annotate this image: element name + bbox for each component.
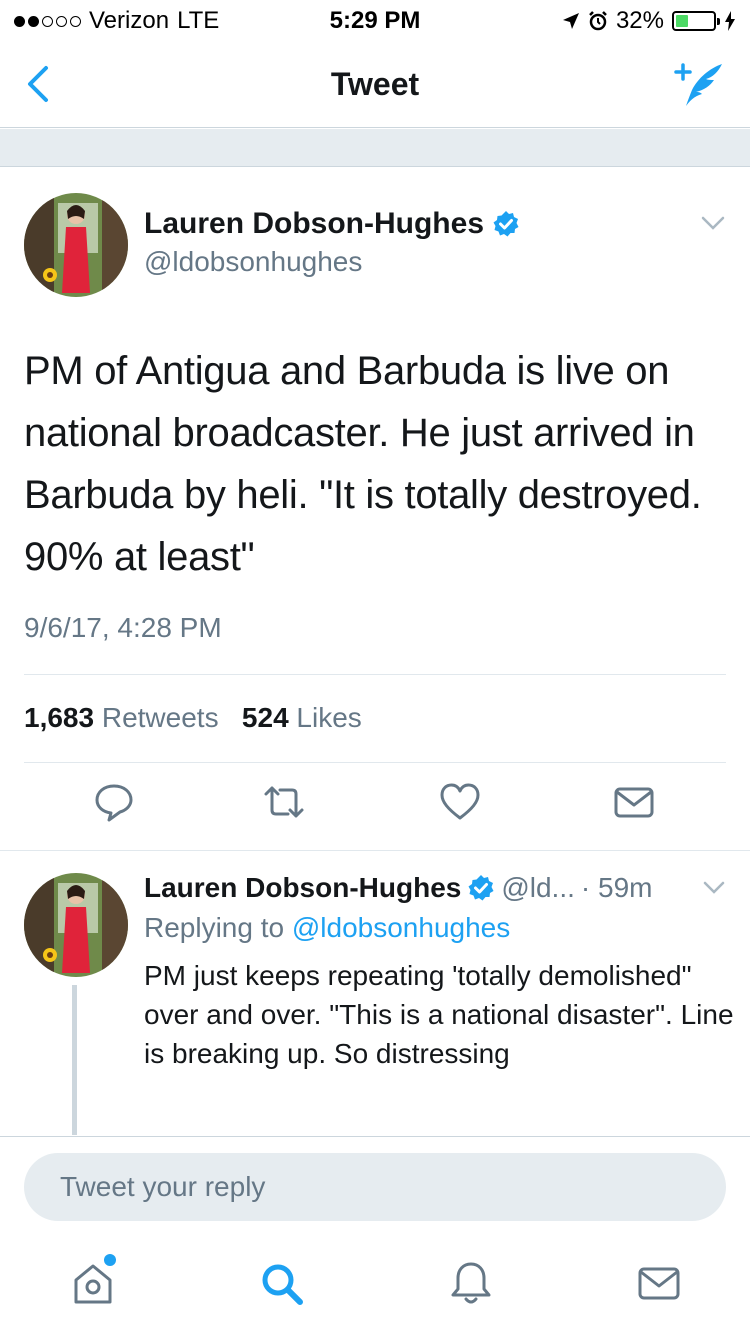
reply-author-name[interactable]: Lauren Dobson-Hughes [144, 872, 461, 904]
retweet-icon[interactable] [262, 780, 306, 824]
author-handle[interactable]: @ldobsonhughes [144, 246, 362, 278]
charging-bolt-icon [725, 11, 735, 31]
verified-badge-icon [493, 211, 519, 237]
reply-header: Lauren Dobson-Hughes @ld... · 59m [144, 872, 652, 904]
reply-tweet-text: PM just keeps repeating 'totally demolis… [144, 960, 734, 1069]
likes-count: 524 [241, 702, 289, 733]
nav-bar: Tweet [0, 40, 750, 128]
battery-icon [672, 11, 720, 31]
page-title: Tweet [330, 66, 420, 102]
retweets-stat[interactable]: 1,683 Retweets [24, 702, 219, 733]
author-name-text: Lauren Dobson-Hughes [144, 207, 485, 240]
avatar-photo [24, 873, 128, 977]
retweets-count: 1,683 [24, 702, 95, 733]
divider [24, 674, 726, 675]
alarm-clock-icon [589, 11, 607, 31]
retweets-label: Retweets [101, 702, 219, 733]
thread-separator [0, 850, 750, 851]
status-bar: Verizon LTE 5:29 PM 32% [0, 0, 750, 40]
search-icon[interactable] [256, 1258, 306, 1308]
likes-stat[interactable]: 524 Likes [242, 702, 362, 733]
messages-icon[interactable] [634, 1258, 684, 1308]
likes-label: Likes [296, 702, 362, 733]
chevron-down-icon[interactable] [700, 214, 726, 232]
battery-level-fill [676, 15, 688, 27]
avatar-photo [24, 193, 128, 297]
tweet-stats: 1,683 Retweets 524 Likes [24, 702, 362, 734]
tweet-text: PM of Antigua and Barbuda is live on nat… [24, 349, 702, 579]
author-name[interactable]: Lauren Dobson-Hughes [144, 207, 520, 241]
location-arrow-icon [562, 13, 579, 29]
reply-author-avatar[interactable] [24, 873, 128, 977]
replying-to-handle-link[interactable]: @ldobsonhughes [292, 912, 510, 943]
thread-connector-line [72, 985, 77, 1135]
tweet-actions [0, 780, 750, 836]
direct-message-icon[interactable] [612, 780, 656, 824]
replying-to: Replying to @ldobsonhughes [144, 912, 510, 944]
reply-icon[interactable] [92, 780, 136, 824]
like-icon[interactable] [438, 780, 482, 824]
replying-prefix: Replying to [144, 912, 285, 943]
tab-bar [0, 1236, 750, 1334]
verified-badge-icon [468, 875, 494, 901]
compose-tweet-icon[interactable] [670, 60, 730, 110]
divider [24, 762, 726, 763]
reply-composer [0, 1136, 750, 1236]
new-content-indicator [104, 1254, 116, 1266]
header-separator-band [0, 129, 750, 167]
notifications-icon[interactable] [446, 1258, 496, 1308]
tweet-reply-input[interactable] [24, 1153, 726, 1221]
reply-author-handle[interactable]: @ld... [501, 872, 575, 904]
battery-percent: 32% [615, 7, 664, 34]
reply-time: · 59m [580, 872, 653, 903]
status-right: 32% [562, 7, 736, 35]
author-avatar[interactable] [24, 193, 128, 297]
chevron-down-icon[interactable] [702, 880, 726, 896]
tweet-timestamp: 9/6/17, 4:28 PM [24, 612, 222, 643]
